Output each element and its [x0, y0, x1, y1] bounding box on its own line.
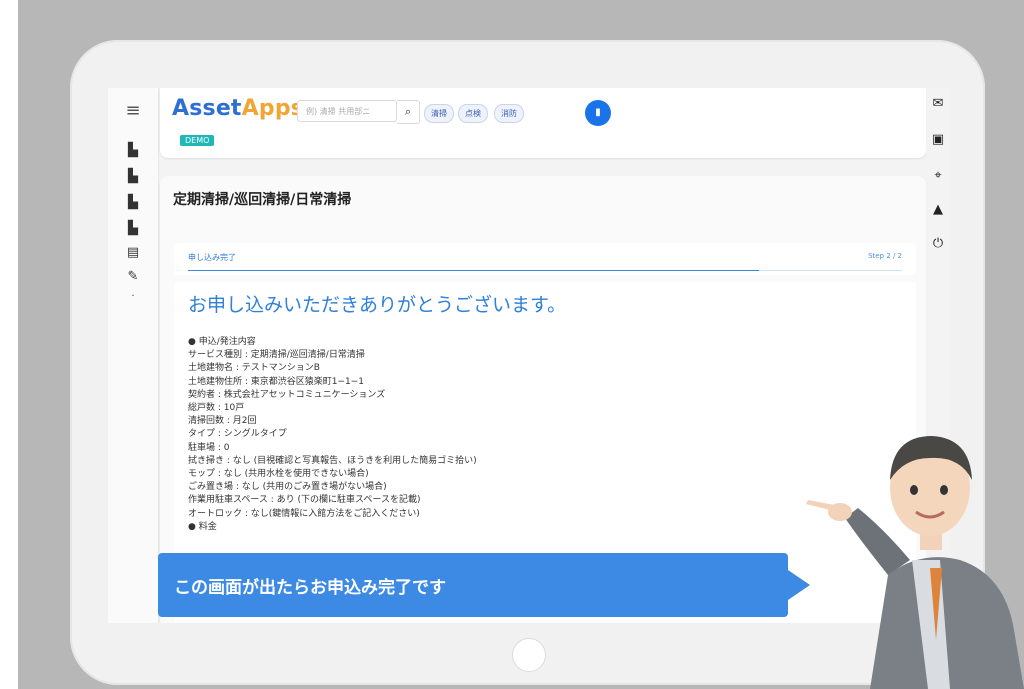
- progress-fill: [188, 270, 760, 271]
- page-title: 定期清掃/巡回清掃/日常清掃: [173, 192, 352, 208]
- building-icon[interactable]: ▙: [108, 140, 158, 162]
- map-icon[interactable]: ⌖: [926, 168, 950, 183]
- chip-inspection[interactable]: 点検: [458, 104, 488, 123]
- detail-line: 作業用駐車スペース : あり (下の欄に駐車スペースを記載): [188, 495, 421, 506]
- drive-icon[interactable]: ▲: [926, 202, 950, 217]
- detail-line: オートロック : なし(鍵情報に入館方法をご記入ください): [188, 508, 420, 519]
- chip-cleaning[interactable]: 清掃: [424, 104, 454, 123]
- detail-line: 契約者 : 株式会社アセットコミュニケーションズ: [188, 389, 386, 400]
- step-indicator: 申し込み完了 Step 2 / 2: [174, 243, 916, 275]
- building-icon[interactable]: ▙: [108, 192, 158, 214]
- app-logo[interactable]: AssetApps: [172, 96, 304, 121]
- detail-line: モップ : なし (共用水栓を使用できない場合): [188, 469, 369, 480]
- detail-line: 総戸数 : 10戸: [188, 403, 245, 414]
- order-details: ● 申込/発注内容サービス種別 : 定期清掃/巡回清掃/日常清掃 土地建物名 : …: [188, 336, 477, 534]
- detail-line: ごみ置き場 : なし (共用のごみ置き場がない場合): [188, 482, 387, 493]
- document-icon[interactable]: ▮: [585, 100, 611, 126]
- mail-icon[interactable]: ✉: [926, 96, 950, 111]
- detail-line: ● 申込/発注内容: [188, 337, 256, 347]
- businessman-illustration: [806, 436, 1024, 689]
- calendar-icon[interactable]: ▣: [926, 132, 950, 147]
- detail-line: ● 料金: [188, 521, 217, 532]
- left-nav-rail: ≡ ▙ ▙ ▙ ▙ ▤ ✎ ·: [108, 88, 159, 623]
- progress-track: [188, 270, 902, 271]
- dot-icon[interactable]: ·: [108, 286, 158, 308]
- wrench-icon[interactable]: ✎: [108, 266, 158, 288]
- detail-line: タイプ : シングルタイプ: [188, 429, 287, 440]
- detail-line: 拭き掃き : なし (目視確認と写真報告、ほうきを利用した簡易ゴミ拾い): [188, 455, 477, 466]
- app-header: AssetApps DEMO 例) 清掃 共用部ニ ⌕ 清掃 点検 消防 ▮: [160, 88, 926, 158]
- detail-line: サービス種別 : 定期清掃/巡回清掃/日常清掃: [188, 350, 365, 361]
- building-icon[interactable]: ▙: [108, 166, 158, 188]
- chip-fire[interactable]: 消防: [494, 104, 524, 123]
- thank-you-message: お申し込みいただきありがとうございます。: [188, 294, 567, 316]
- completion-callout: この画面が出たらお申込み完了です: [158, 553, 788, 617]
- menu-icon[interactable]: ≡: [108, 100, 158, 122]
- detail-line: 土地建物住所 : 東京都渋谷区猿楽町1−1−1: [188, 376, 365, 387]
- detail-line: 土地建物名 : テストマンションB: [188, 363, 320, 374]
- callout-text: この画面が出たらお申込み完了です: [174, 578, 446, 598]
- detail-line: 駐車場 : 0: [188, 442, 230, 453]
- power-icon[interactable]: ⏻: [926, 236, 950, 251]
- detail-line: 清掃回数 : 月2回: [188, 416, 257, 427]
- search-input[interactable]: 例) 清掃 共用部ニ: [297, 100, 397, 122]
- tablet-home-button: [512, 638, 546, 672]
- step-label: 申し込み完了: [188, 253, 236, 262]
- demo-badge: DEMO: [180, 135, 215, 146]
- box-icon[interactable]: ▤: [108, 242, 158, 264]
- step-count: Step 2 / 2: [868, 252, 902, 260]
- building-icon[interactable]: ▙: [108, 218, 158, 240]
- search-icon[interactable]: ⌕: [397, 100, 420, 124]
